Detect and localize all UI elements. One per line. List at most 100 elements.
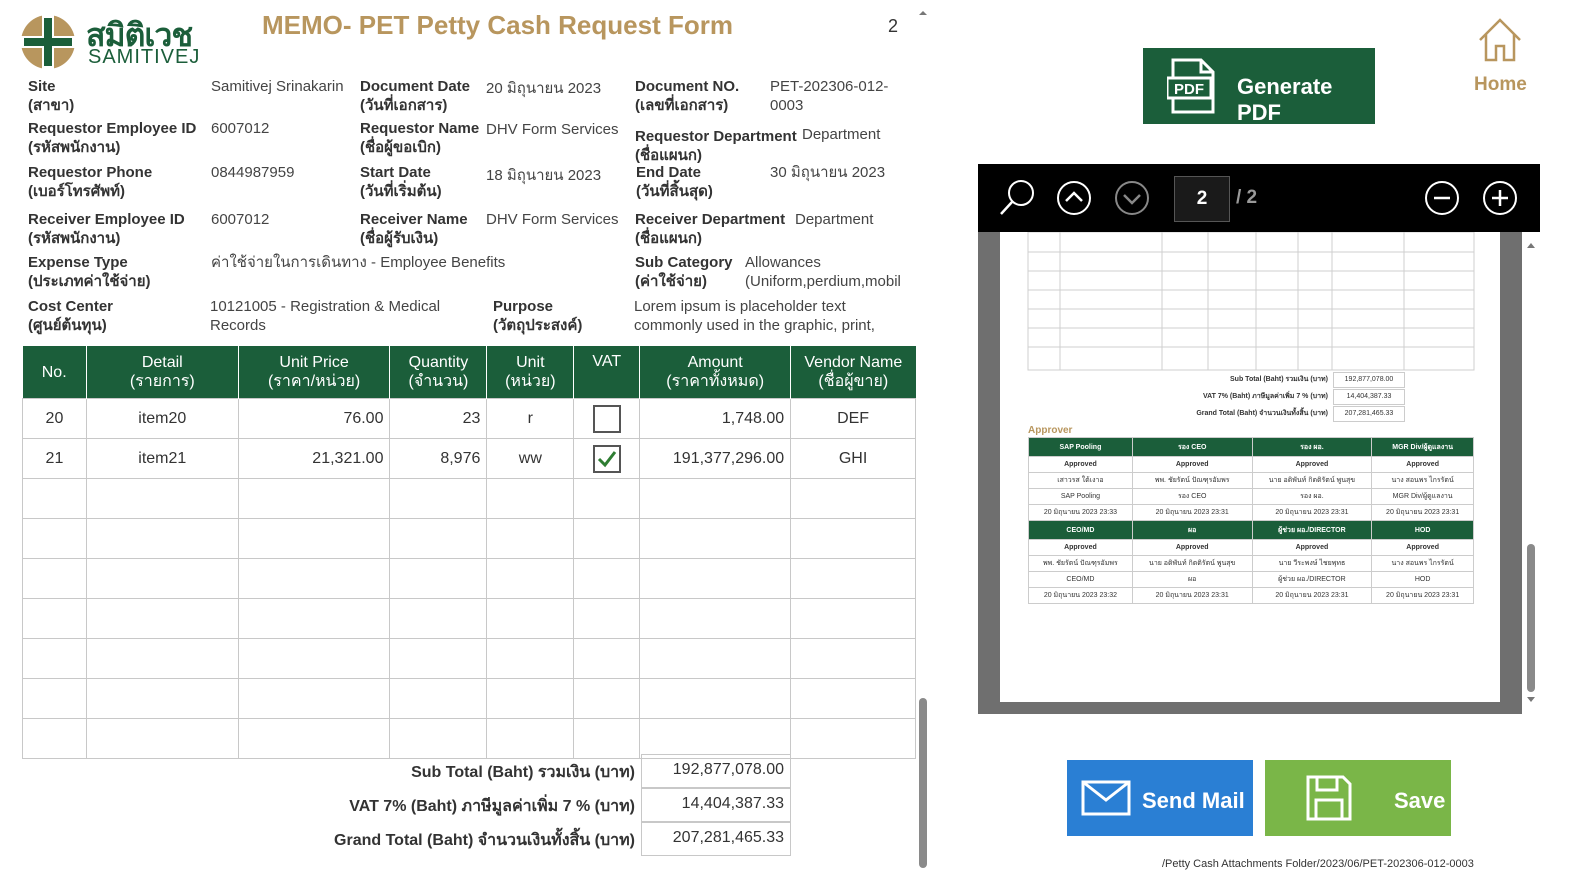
cost-center-value: 10121005 - Registration & Medical Records xyxy=(210,298,441,334)
receiver-name-label: Receiver Name (ชื่อผู้รับเงิน) xyxy=(360,211,468,247)
cross-logo-icon xyxy=(20,14,76,70)
requestor-department-label: Requestor Department (ชื่อแผนก) xyxy=(635,128,797,164)
pdf-scroll-down-icon xyxy=(1527,697,1535,702)
vat-checkbox-checked[interactable] xyxy=(592,444,621,473)
pdf-scroll-thumb xyxy=(1527,544,1535,692)
cell-no: 20 xyxy=(22,398,87,439)
empty-row xyxy=(22,678,916,719)
scroll-thumb xyxy=(919,698,927,868)
pdf-icon: PDF xyxy=(1167,58,1215,114)
sub-category-value: Allowances (Uniform,perdium,mobil xyxy=(745,254,901,290)
page-number: 2 xyxy=(888,16,899,36)
approver-table: SAP Pooling รอง CEO รอง ผอ. MGR Div/ผู้ดูแล… xyxy=(1028,437,1474,604)
expense-type-label: Expense Type (ประเภทค่าใช้จ่าย) xyxy=(28,254,151,290)
mini-grand-total-label: Grand Total (Baht) จำนวนเงินทั้งสิ้น (บา… xyxy=(1196,410,1328,417)
items-table: No. Detail (รายการ) Unit Price (ราคา/หน่วย… xyxy=(22,346,916,759)
cell-no: 21 xyxy=(22,438,87,479)
checkmark-icon xyxy=(597,450,616,467)
site-label: Site (สาขา) xyxy=(28,78,75,114)
cell-unit-price: 21,321.00 xyxy=(237,438,391,479)
samitivej-logo: สมิติเวช SAMITIVEJ xyxy=(20,12,220,72)
empty-row xyxy=(22,558,916,599)
cell-quantity: 8,976 xyxy=(389,438,488,479)
receiver-name-value: DHV Form Services xyxy=(486,211,619,228)
action-panel: PDF Generate PDF Home 2 / 2 Sub Total (B… xyxy=(932,0,1575,870)
cell-unit-price: 76.00 xyxy=(237,398,391,439)
home-button[interactable]: Home xyxy=(1462,16,1542,100)
purpose-label: Purpose (วัตถุประสงค์) xyxy=(493,298,583,334)
items-table-header: No. Detail (รายการ) Unit Price (ราคา/หน่วย… xyxy=(22,346,916,399)
mini-vat-value: 14,404,387.33 xyxy=(1333,389,1405,405)
document-no-value: PET-202306-012- 0003 xyxy=(770,78,889,114)
send-mail-label: Send Mail xyxy=(1142,788,1245,813)
approver-title: Approver xyxy=(1028,425,1073,436)
next-page-icon[interactable] xyxy=(1114,180,1150,216)
receiver-department-value: Department xyxy=(795,211,874,228)
purpose-value: Lorem ipsum is placeholder text commonly … xyxy=(634,298,875,334)
save-button[interactable]: Save xyxy=(1265,760,1451,836)
document-date-label: Document Date (วันที่เอกสาร) xyxy=(360,78,471,114)
grand-total-row: Grand Total (Baht) จำนวนเงินทั้งสิ้น (บา… xyxy=(0,822,932,856)
pdf-toolbar: 2 / 2 xyxy=(978,164,1540,232)
cell-amount: 1,748.00 xyxy=(639,398,792,439)
grand-total-value: 207,281,465.33 xyxy=(641,822,791,856)
generate-pdf-button[interactable]: PDF Generate PDF xyxy=(1143,48,1375,125)
pdf-viewer: 2 / 2 Sub Total (Baht) รวมเงิน (บาท) 192… xyxy=(978,164,1540,714)
expense-type-value: ค่าใช้จ่ายในการเดินทาง - Employee Benefi… xyxy=(211,254,506,271)
search-icon[interactable] xyxy=(998,178,1038,218)
pdf-scroll-up-icon xyxy=(1527,243,1535,248)
cell-detail: item20 xyxy=(85,398,239,439)
form-panel: สมิติเวช SAMITIVEJ MEMO- PET Petty Cash … xyxy=(0,0,932,868)
generate-pdf-label: Generate PDF xyxy=(1237,74,1333,125)
cell-vendor: DEF xyxy=(790,398,916,439)
table-row[interactable]: 20 item20 76.00 23 r 1,748.00 DEF xyxy=(22,398,916,439)
page-number-input[interactable]: 2 xyxy=(1174,176,1230,222)
zoom-out-icon[interactable] xyxy=(1424,180,1460,216)
col-vat: VAT xyxy=(573,346,641,399)
save-icon xyxy=(1306,775,1352,821)
subtotal-row: Sub Total (Baht) รวมเงิน (บาท) 192,877,0… xyxy=(0,754,932,788)
mini-grand-total-value: 207,281,465.33 xyxy=(1333,406,1405,422)
vat-value: 14,404,387.33 xyxy=(641,788,791,822)
empty-row xyxy=(22,518,916,559)
send-mail-button[interactable]: Send Mail xyxy=(1067,760,1253,836)
scroll-up-arrow-icon xyxy=(919,11,927,15)
cell-amount: 191,377,296.00 xyxy=(639,438,792,479)
vat-checkbox[interactable] xyxy=(592,404,621,433)
total-pages: / 2 xyxy=(1236,187,1258,208)
mail-icon xyxy=(1081,780,1131,816)
zoom-in-icon[interactable] xyxy=(1482,180,1518,216)
save-label: Save xyxy=(1394,788,1446,813)
col-vendor-name: Vendor Name (ชื่อผู้ขาย) xyxy=(790,346,916,399)
col-no: No. xyxy=(22,346,87,399)
subtotal-value: 192,877,078.00 xyxy=(641,754,791,788)
empty-row xyxy=(22,638,916,679)
grand-total-label: Grand Total (Baht) จำนวนเงินทั้งสิ้น (บา… xyxy=(334,832,635,849)
cell-vendor: GHI xyxy=(790,438,916,479)
previous-page-icon[interactable] xyxy=(1056,180,1092,216)
empty-row xyxy=(22,718,916,759)
col-quantity: Quantity (จำนวน) xyxy=(389,346,488,399)
cell-unit: ww xyxy=(486,438,575,479)
cell-vat xyxy=(573,398,641,439)
table-row[interactable]: 21 item21 21,321.00 8,976 ww 191,377,296… xyxy=(22,438,916,479)
home-icon xyxy=(1479,18,1521,62)
scrollbar-track xyxy=(919,11,927,868)
col-detail: Detail (รายการ) xyxy=(86,346,239,399)
col-unit-price: Unit Price (ราคา/หน่วย) xyxy=(238,346,391,399)
mini-subtotal-label: Sub Total (Baht) รวมเงิน (บาท) xyxy=(1230,376,1328,383)
start-date-value: 18 มิถุนายน 2023 xyxy=(486,167,602,184)
form-scrollbar[interactable] xyxy=(914,0,932,868)
cost-center-label: Cost Center (ศูนย์ต้นทุน) xyxy=(28,298,114,334)
end-date-label: End Date (วันที่สิ้นสุด) xyxy=(636,164,713,200)
requestor-name-label: Requestor Name (ชื่อผู้ขอเบิก) xyxy=(360,120,480,156)
receiver-employee-id-label: Receiver Employee ID (รหัสพนักงาน) xyxy=(28,211,185,247)
col-unit: Unit (หน่วย) xyxy=(486,346,575,399)
svg-text:PDF: PDF xyxy=(1174,81,1204,98)
receiver-department-label: Receiver Department (ชื่อแผนก) xyxy=(635,211,786,247)
form-title: MEMO- PET Petty Cash Request Form xyxy=(262,10,733,40)
sub-category-label: Sub Category (ค่าใช้จ่าย) xyxy=(635,254,733,290)
pdf-scrollbar[interactable] xyxy=(1522,232,1540,714)
requestor-phone-label: Requestor Phone (เบอร์โทรศัพท์) xyxy=(28,164,153,200)
mini-subtotal-value: 192,877,078.00 xyxy=(1333,372,1405,388)
